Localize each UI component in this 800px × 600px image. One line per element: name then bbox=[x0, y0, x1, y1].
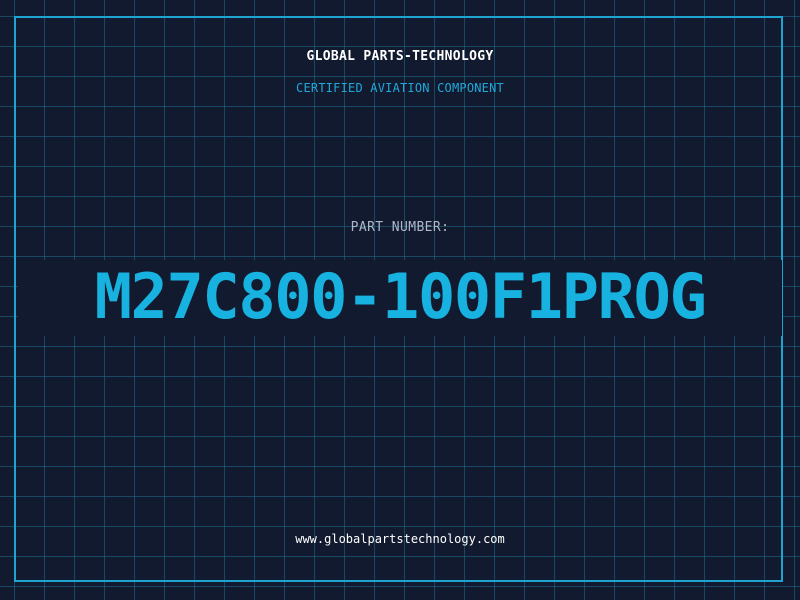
part-number-value: M27C800-100F1PROG bbox=[94, 260, 707, 333]
website-url: www.globalpartstechnology.com bbox=[295, 532, 505, 546]
company-name: GLOBAL PARTS-TECHNOLOGY bbox=[306, 49, 494, 64]
part-number-label: PART NUMBER: bbox=[350, 220, 450, 235]
certification-tagline: CERTIFIED AVIATION COMPONENT bbox=[296, 81, 504, 95]
part-label-card: GLOBAL PARTS-TECHNOLOGY CERTIFIED AVIATI… bbox=[0, 0, 800, 600]
